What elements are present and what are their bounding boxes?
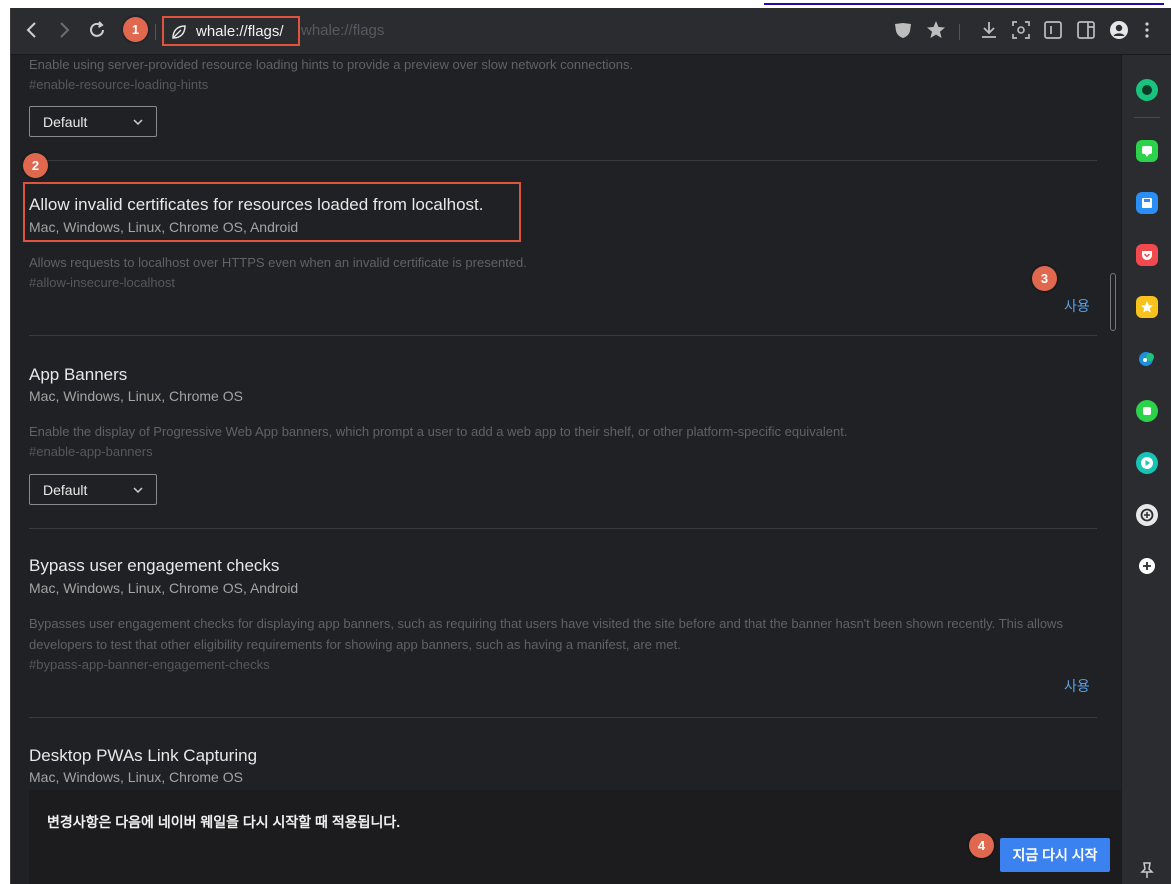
flag-divider: [29, 528, 1097, 529]
relaunch-message: 변경사항은 다음에 네이버 웨일을 다시 시작할 때 적용됩니다.: [47, 814, 401, 830]
flag-title: App Banners: [29, 365, 128, 384]
browser-toolbar: 1 whale://flags/ whale://flags: [11, 8, 1171, 55]
flag-divider: [29, 160, 1097, 161]
flag-platforms: Mac, Windows, Linux, Chrome OS, Android: [29, 219, 299, 235]
play-icon[interactable]: [1136, 452, 1158, 474]
address-ghost-url: whale://flags: [301, 22, 385, 39]
capture-icon[interactable]: [1008, 17, 1034, 43]
flag-title: Allow invalid certificates for resources…: [29, 195, 484, 214]
add-icon[interactable]: [1136, 555, 1158, 577]
flag-platforms: Mac, Windows, Linux, Chrome OS: [29, 769, 243, 785]
message-icon[interactable]: [1136, 140, 1158, 162]
relaunch-notice: 변경사항은 다음에 네이버 웨일을 다시 시작할 때 적용됩니다.: [29, 790, 1121, 884]
flag-description: Bypasses user engagement checks for disp…: [29, 616, 1063, 652]
flags-content: Enable using server-provided resource lo…: [11, 55, 1121, 884]
address-bar-highlight[interactable]: whale://flags/: [162, 16, 300, 46]
relaunch-button[interactable]: 지금 다시 시작: [1000, 838, 1110, 872]
flag-select-value: Default: [43, 482, 88, 498]
toolbar-divider: [959, 24, 960, 40]
flag-platforms: Mac, Windows, Linux, Chrome OS, Android: [29, 580, 299, 596]
menu-icon[interactable]: [1134, 17, 1160, 43]
flag-description: Enable using server-provided resource lo…: [29, 57, 634, 72]
flag-enable-link[interactable]: 사용: [1064, 676, 1090, 696]
line-icon[interactable]: [1136, 400, 1158, 422]
step-badge-3: 3: [1032, 266, 1057, 291]
page-top-strip: [0, 0, 1171, 8]
openai-icon[interactable]: [1136, 504, 1158, 526]
flag-divider: [29, 335, 1097, 336]
right-sidebar: [1121, 55, 1171, 884]
sidebar-toggle-icon[interactable]: [1073, 17, 1099, 43]
chevron-down-icon: [132, 480, 144, 503]
step-badge-1: 1: [123, 17, 148, 42]
flag-title: Bypass user engagement checks: [29, 556, 280, 575]
star-app-icon[interactable]: [1136, 296, 1158, 318]
profile-icon[interactable]: [1106, 17, 1132, 43]
sidebar-divider: [1134, 117, 1160, 118]
flag-divider: [29, 717, 1097, 718]
flag-hash[interactable]: #bypass-app-banner-engagement-checks: [29, 657, 270, 672]
naver-green-icon[interactable]: [1136, 79, 1158, 101]
chevron-right-icon[interactable]: [51, 17, 77, 43]
weather-icon[interactable]: [1136, 348, 1158, 370]
top-link-underline: [764, 3, 1164, 5]
step-badge-4: 4: [969, 833, 994, 858]
flag-enable-link[interactable]: 사용: [1064, 296, 1090, 316]
flag-hash[interactable]: #enable-app-banners: [29, 444, 153, 459]
pocket-icon[interactable]: [1136, 244, 1158, 266]
flag-description: Enable the display of Progressive Web Ap…: [29, 424, 848, 439]
flag-platforms: Mac, Windows, Linux, Chrome OS: [29, 388, 243, 404]
download-icon[interactable]: [976, 17, 1002, 43]
step-badge-2: 2: [23, 153, 48, 178]
reader-icon[interactable]: [1040, 17, 1066, 43]
toolbar-divider: [155, 24, 156, 40]
flag-select[interactable]: Default: [29, 474, 157, 505]
save-icon[interactable]: [1136, 192, 1158, 214]
chevron-down-icon: [132, 112, 144, 135]
star-icon[interactable]: [923, 17, 949, 43]
flag-select[interactable]: Default: [29, 106, 157, 137]
flag-hash[interactable]: #allow-insecure-localhost: [29, 275, 175, 290]
chevron-left-icon[interactable]: [19, 17, 45, 43]
browser-window: 1 whale://flags/ whale://flags Enable us…: [10, 8, 1171, 884]
shield-icon[interactable]: [890, 17, 916, 43]
flag-select-value: Default: [43, 114, 88, 130]
flag-title: Desktop PWAs Link Capturing: [29, 746, 258, 765]
scrollbar-thumb[interactable]: [1110, 273, 1116, 331]
pin-icon[interactable]: [1136, 859, 1158, 881]
address-url: whale://flags/: [196, 23, 284, 40]
whale-leaf-icon: [170, 23, 188, 41]
flag-hash[interactable]: #enable-resource-loading-hints: [29, 77, 208, 92]
flag-description: Allows requests to localhost over HTTPS …: [29, 255, 527, 270]
reload-icon[interactable]: [84, 17, 110, 43]
